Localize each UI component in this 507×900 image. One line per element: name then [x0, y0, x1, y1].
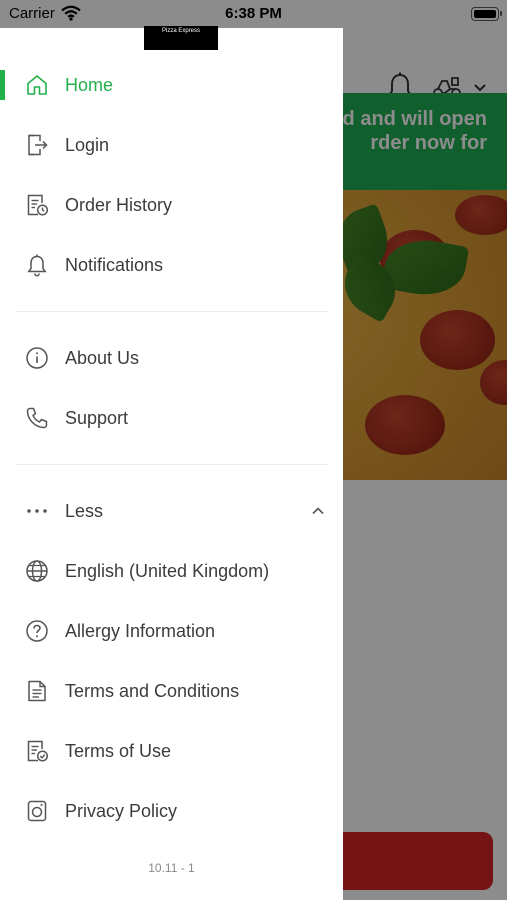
menu-item-terms-of-use[interactable]: Terms of Use: [0, 726, 343, 776]
menu-item-label: Login: [65, 134, 110, 155]
globe-icon: [25, 559, 49, 583]
menu-item-allergy-information[interactable]: Allergy Information: [0, 606, 343, 656]
brand-logo: Pizza Express: [144, 26, 218, 50]
question-icon: [25, 619, 49, 643]
clock: 6:38 PM: [225, 5, 282, 22]
menu-item-login[interactable]: Login: [0, 120, 343, 170]
menu-item-label: Order History: [65, 194, 173, 215]
menu-item-order-history[interactable]: Order History: [0, 180, 343, 230]
more-dots-icon: [25, 499, 49, 523]
status-bar: Carrier 6:38 PM: [0, 0, 507, 28]
privacy-icon: [25, 799, 49, 823]
menu-item-language[interactable]: English (United Kingdom): [0, 546, 343, 596]
battery-icon: [471, 7, 502, 21]
menu-item-label: Privacy Policy: [65, 800, 178, 821]
menu-divider: [16, 311, 328, 312]
menu-item-home[interactable]: Home: [0, 60, 343, 110]
menu-item-support[interactable]: Support: [0, 393, 343, 443]
menu-toggle-less[interactable]: Less: [0, 486, 343, 536]
home-icon: [25, 73, 49, 97]
menu-item-label: Notifications: [65, 254, 164, 275]
menu-divider: [16, 464, 328, 465]
order-history-icon: [25, 193, 49, 217]
menu-item-label: About Us: [65, 347, 140, 368]
menu-item-about-us[interactable]: About Us: [0, 333, 343, 383]
app-version: 10.11 - 1: [148, 861, 195, 875]
menu-item-label: Less: [65, 500, 104, 521]
menu-item-label: Terms and Conditions: [65, 680, 240, 701]
menu-item-label: Home: [65, 74, 114, 95]
info-icon: [25, 346, 49, 370]
menu-item-label: Allergy Information: [65, 620, 216, 641]
menu-item-label: Terms of Use: [65, 740, 172, 761]
side-drawer: Pizza Express Home Login Order History N…: [0, 26, 343, 900]
chevron-up-icon: [310, 503, 326, 519]
phone-icon: [25, 406, 49, 430]
menu-item-label: Support: [65, 407, 129, 428]
menu-item-label: English (United Kingdom): [65, 560, 270, 581]
login-icon: [25, 133, 49, 157]
menu-item-privacy-policy[interactable]: Privacy Policy: [0, 786, 343, 836]
bell-icon: [25, 253, 49, 277]
document-icon: [25, 679, 49, 703]
menu-item-terms-and-conditions[interactable]: Terms and Conditions: [0, 666, 343, 716]
document-check-icon: [25, 739, 49, 763]
menu-item-notifications[interactable]: Notifications: [0, 240, 343, 290]
